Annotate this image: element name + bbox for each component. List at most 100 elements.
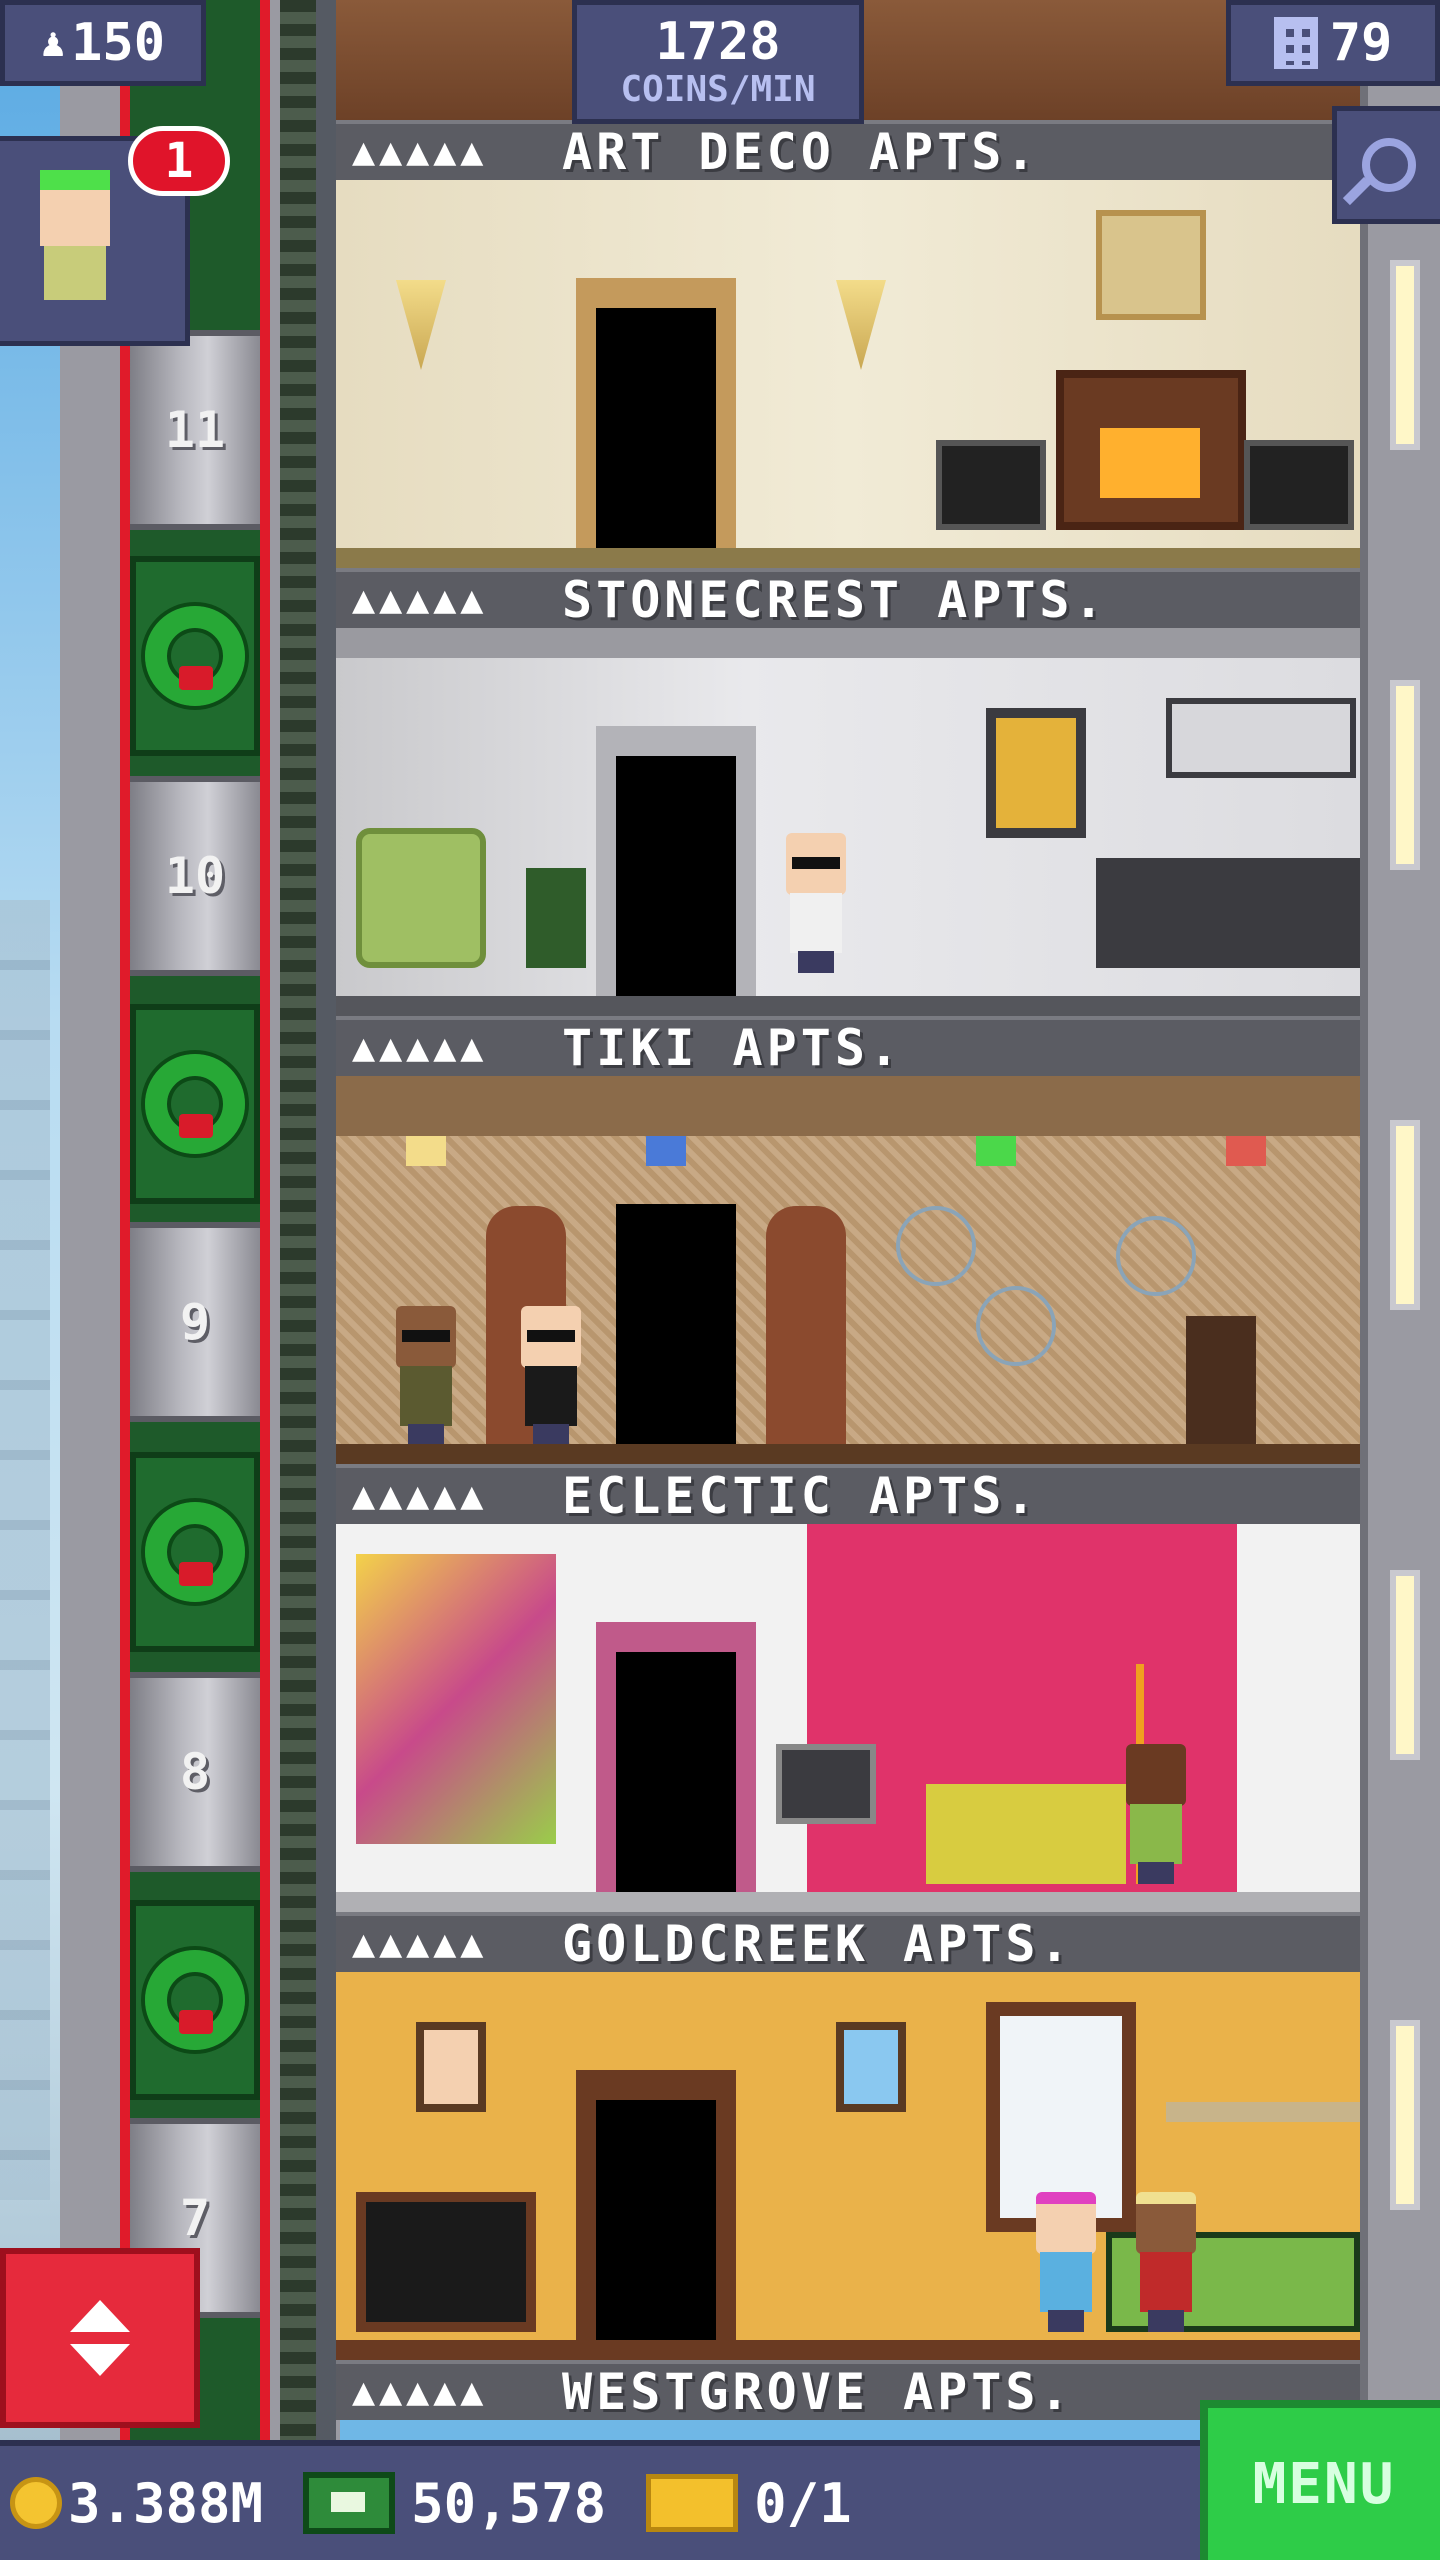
tickets-balance[interactable]: 0/1 — [606, 2472, 852, 2535]
ceiling-beam — [336, 628, 1360, 658]
resident-body — [525, 1366, 577, 1426]
shaft-floor-number: 9 — [179, 1293, 211, 1351]
shaft-wreath — [130, 1452, 260, 1652]
resident-legs — [1048, 2310, 1084, 2332]
bird-cage — [976, 1286, 1056, 1366]
coins-balance: 3.388M — [0, 2472, 263, 2535]
shaft-floor-marker: 9 — [130, 1222, 260, 1422]
shaft-floor-marker: 10 — [130, 776, 260, 976]
floorboards — [336, 2340, 1360, 2360]
shaft-wreath — [130, 1004, 260, 1204]
bird-cage — [1116, 1216, 1196, 1296]
coins-per-min-value: 1728 — [655, 12, 781, 72]
resident-head — [1136, 2192, 1196, 2254]
resident[interactable] — [1126, 2192, 1206, 2332]
tower-edge — [316, 0, 336, 2440]
resident[interactable] — [1116, 1744, 1196, 1884]
floor-goldcreek[interactable]: ▲▲▲▲▲ GOLDCREEK APTS. — [336, 1912, 1360, 2360]
shaft-wreath — [130, 556, 260, 756]
resident-legs — [1148, 2310, 1184, 2332]
resident-head — [1036, 2192, 1096, 2254]
pendant-lamp — [646, 1136, 686, 1166]
floorboards — [336, 996, 1360, 1016]
floor-name: ECLECTIC APTS. — [562, 1467, 1040, 1525]
resident-body — [1040, 2252, 1092, 2312]
resident-body — [400, 1366, 452, 1426]
room-interior — [336, 1076, 1360, 1464]
pendant-lamp — [1226, 1136, 1266, 1166]
resident[interactable] — [1026, 2192, 1106, 2332]
tower-bux-balance[interactable]: 50,578 — [263, 2472, 606, 2535]
population-counter[interactable]: ♟ 150 — [0, 0, 206, 86]
visitor-avatar — [30, 170, 120, 300]
floor-art-deco[interactable]: ▲▲▲▲▲ ART DECO APTS. — [336, 120, 1360, 568]
magnifier-icon — [1361, 138, 1416, 192]
wreath-icon — [145, 1950, 245, 2050]
floor-stars: ▲▲▲▲▲ — [352, 582, 488, 618]
abstract-painting — [356, 1554, 556, 1844]
floor-name: STONECREST APTS. — [562, 571, 1108, 629]
shaft-floor-number: 8 — [179, 1743, 211, 1801]
pendant-lamp — [406, 1136, 446, 1166]
apartment-door[interactable] — [616, 1204, 736, 1444]
shaft-floor-marker: 11 — [130, 330, 260, 530]
apartment-door[interactable] — [616, 756, 736, 996]
sunglasses — [792, 857, 840, 869]
bamboo-ceiling — [336, 1076, 1360, 1136]
floor-name: GOLDCREEK APTS. — [562, 1915, 1074, 1973]
tiki-statue — [766, 1206, 846, 1446]
floor-eclectic[interactable]: ▲▲▲▲▲ ECLECTIC APTS. — [336, 1464, 1360, 1912]
floor-label: ▲▲▲▲▲ TIKI APTS. — [336, 1016, 1360, 1077]
floorboards — [336, 1892, 1360, 1912]
armchair — [1244, 440, 1354, 530]
floor-stonecrest[interactable]: ▲▲▲▲▲ STONECREST APTS. — [336, 568, 1360, 1016]
resident[interactable] — [386, 1306, 466, 1446]
apartment-door[interactable] — [616, 1652, 736, 1892]
resident-legs — [1138, 1862, 1174, 1884]
wreath-icon — [145, 1502, 245, 1602]
coins-value: 3.388M — [68, 2471, 264, 2535]
resident[interactable] — [511, 1306, 591, 1446]
wall-shelf — [1166, 2102, 1360, 2122]
pendant-lamp — [976, 1136, 1016, 1166]
floor-stars: ▲▲▲▲▲ — [352, 1926, 488, 1962]
shaft-floor-number: 7 — [179, 2189, 211, 2247]
sunglasses — [527, 1330, 575, 1342]
floor-label: ▲▲▲▲▲ STONECREST APTS. — [336, 568, 1360, 629]
floor-label: ▲▲▲▲▲ GOLDCREEK APTS. — [336, 1912, 1360, 1973]
room-interior — [336, 1972, 1360, 2360]
television — [356, 2192, 536, 2332]
menu-label: MENU — [1252, 2451, 1396, 2517]
side-table — [1186, 1316, 1256, 1446]
resident-body — [1130, 1804, 1182, 1864]
floor-counter[interactable]: 79 — [1226, 0, 1440, 86]
city-skyline — [0, 900, 50, 2200]
fireplace — [1056, 370, 1246, 530]
wreath-icon — [145, 1054, 245, 1154]
elevator-button[interactable] — [0, 2248, 200, 2428]
avatar-body — [44, 246, 106, 300]
coins-per-min-label: COINS/MIN — [620, 69, 816, 110]
resident[interactable] — [776, 833, 856, 973]
bird-cage — [896, 1206, 976, 1286]
room-interior — [336, 628, 1360, 1016]
window-light — [1390, 2020, 1420, 2210]
zoom-button[interactable] — [1332, 106, 1440, 224]
floor-tiki[interactable]: ▲▲▲▲▲ TIKI APTS. — [336, 1016, 1360, 1464]
potted-plant — [526, 868, 586, 968]
apartment-door[interactable] — [596, 308, 716, 548]
room-interior — [336, 180, 1360, 568]
resident-head — [521, 1306, 581, 1368]
kitchen-counter — [1096, 858, 1360, 968]
apartment-door[interactable] — [596, 2100, 716, 2340]
kitchen-cabinets — [1166, 698, 1356, 778]
menu-button[interactable]: MENU — [1200, 2400, 1440, 2560]
resident-body — [1140, 2252, 1192, 2312]
notification-count: 1 — [164, 133, 194, 189]
resident-body — [790, 893, 842, 953]
tickets-value: 0/1 — [754, 2471, 852, 2535]
framed-picture — [836, 2022, 906, 2112]
floor-stars: ▲▲▲▲▲ — [352, 1478, 488, 1514]
armchair — [356, 828, 486, 968]
avatar-face — [40, 190, 110, 246]
